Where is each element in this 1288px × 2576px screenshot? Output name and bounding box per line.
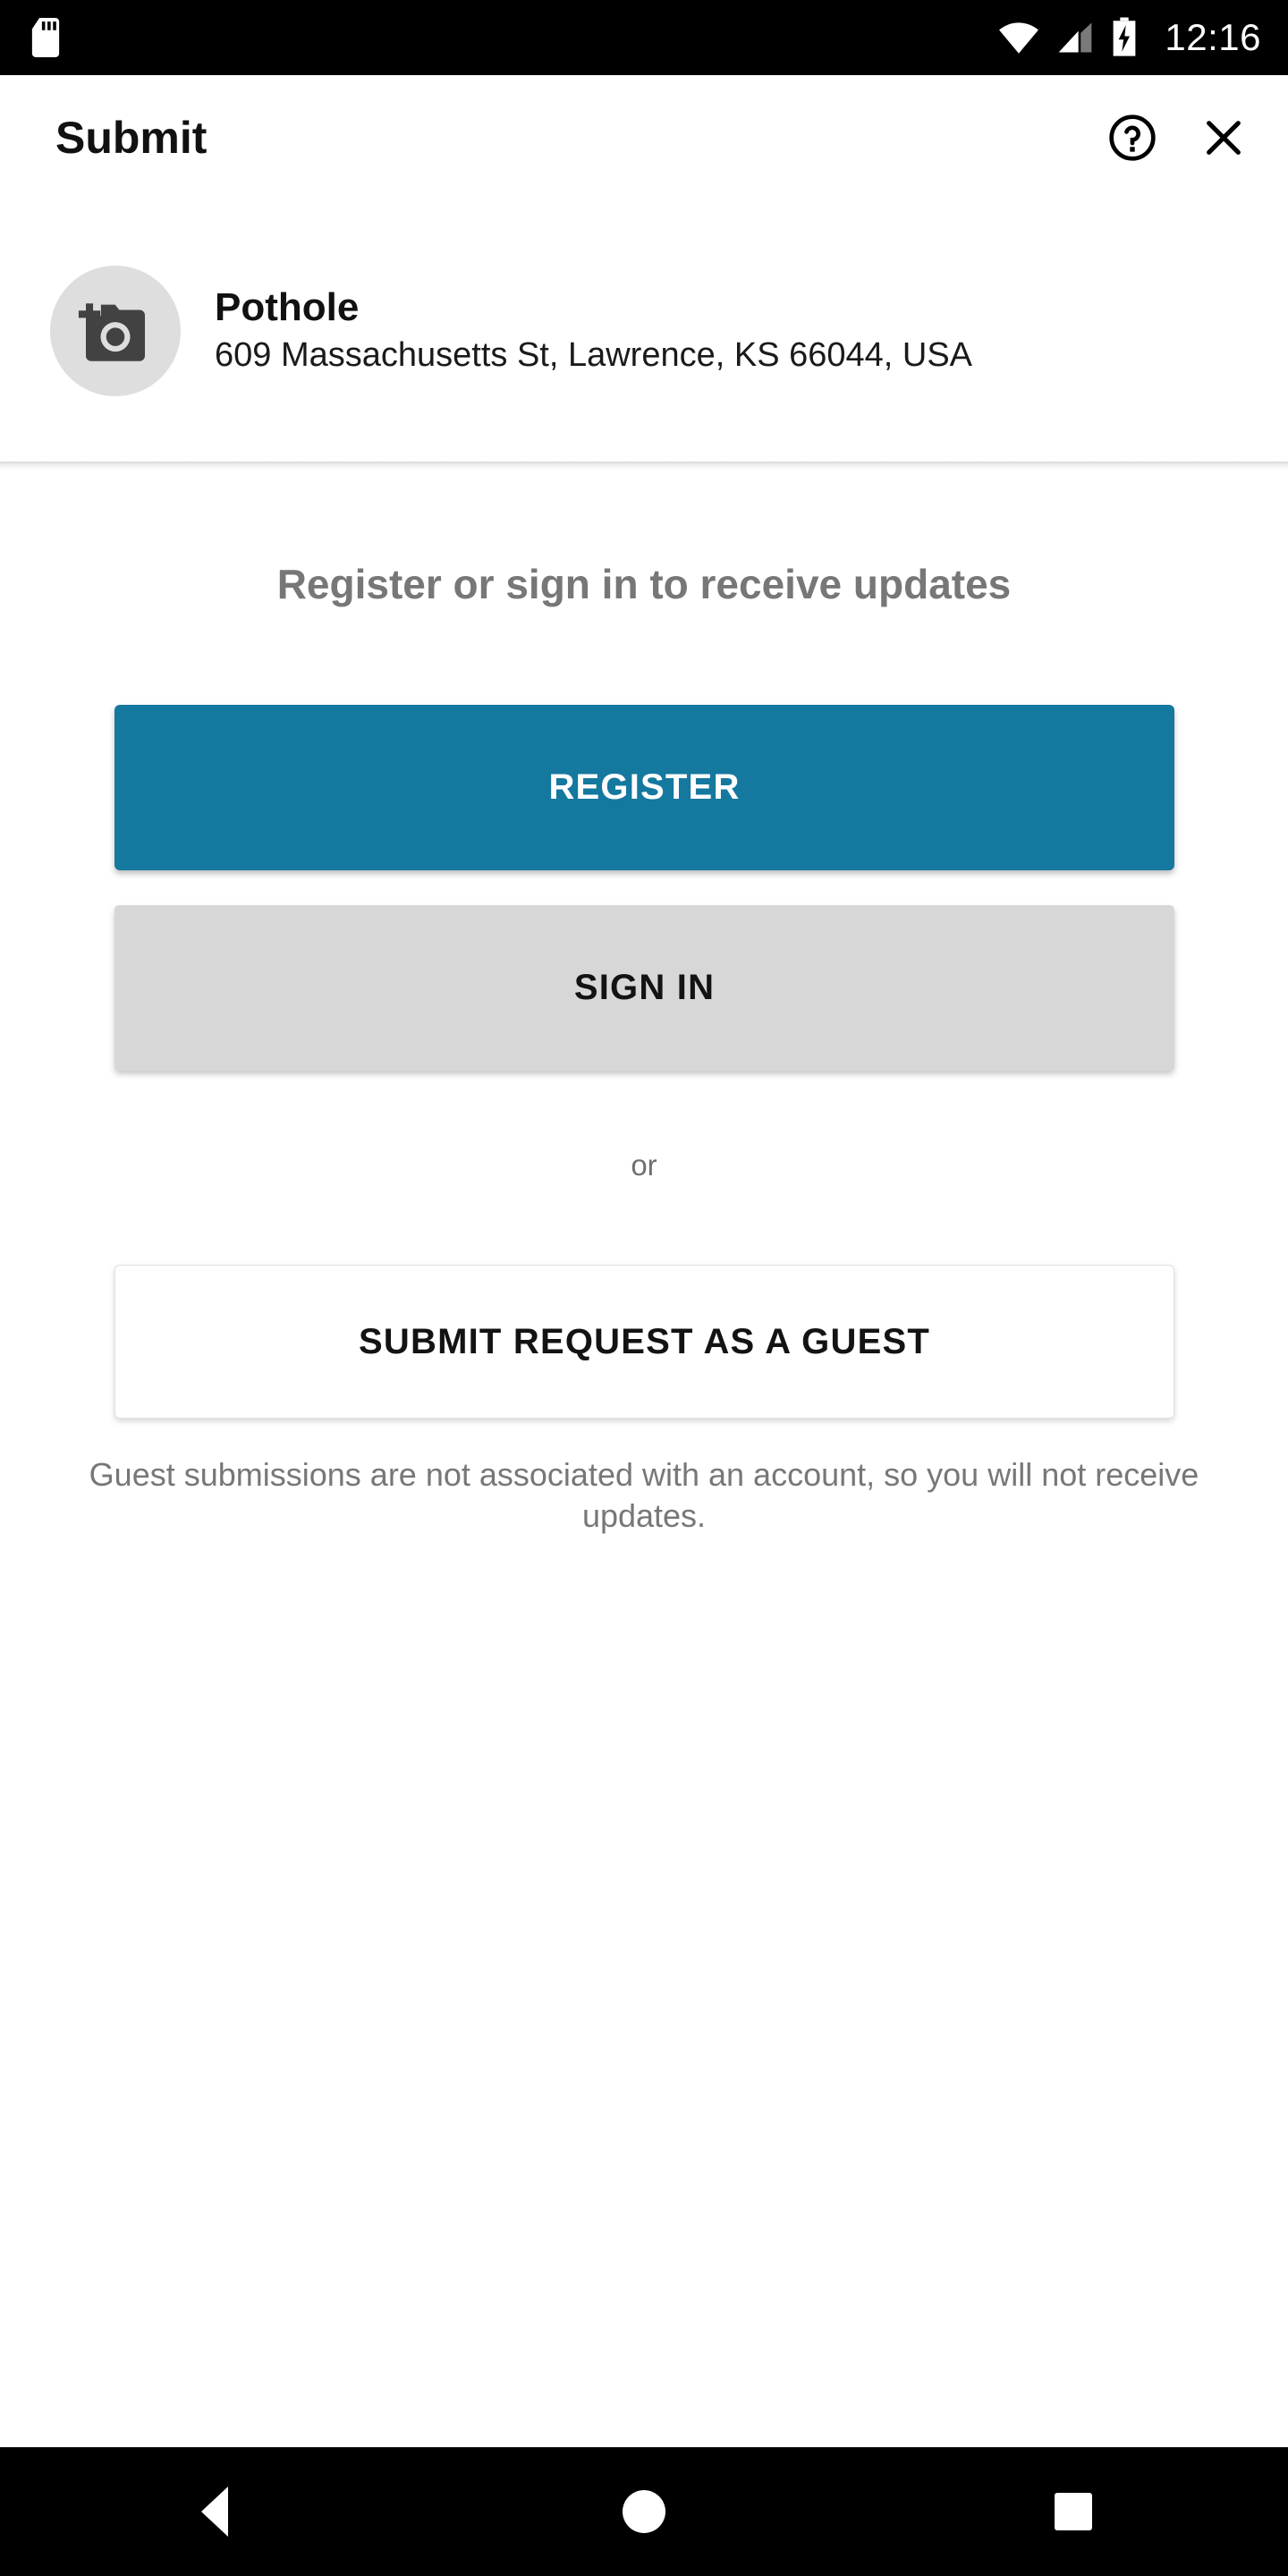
status-bar-left	[30, 18, 61, 57]
guest-submission-note: Guest submissions are not associated wit…	[89, 1456, 1199, 1535]
section-divider	[0, 462, 1288, 470]
request-address: 609 Massachusetts St, Lawrence, KS 66044…	[215, 336, 973, 375]
close-icon[interactable]	[1199, 113, 1249, 163]
nav-recents-button[interactable]	[984, 2447, 1163, 2576]
home-circle-icon	[623, 2490, 665, 2533]
status-bar-right: 12:16	[998, 16, 1261, 59]
wifi-icon	[999, 22, 1039, 54]
add-a-photo-icon	[78, 303, 145, 361]
request-item-text: Pothole 609 Massachusetts St, Lawrence, …	[215, 284, 973, 376]
section-heading: Register or sign in to receive updates	[276, 561, 1012, 607]
battery-charging-icon	[1114, 17, 1136, 56]
request-item-row[interactable]: Pothole 609 Massachusetts St, Lawrence, …	[0, 200, 1288, 462]
app-header: Submit	[0, 75, 1288, 200]
submit-as-guest-button[interactable]: SUBMIT REQUEST AS A GUEST	[114, 1265, 1174, 1419]
register-button[interactable]: REGISTER	[114, 705, 1174, 870]
recents-square-icon	[1055, 2493, 1092, 2530]
header-actions	[1107, 113, 1249, 163]
status-bar-clock: 12:16	[1165, 16, 1261, 58]
nav-back-button[interactable]	[125, 2447, 304, 2576]
status-bar: 12:16	[0, 0, 1288, 75]
nav-home-button[interactable]	[555, 2447, 733, 2576]
request-title: Pothole	[215, 284, 360, 329]
cell-signal-icon	[1059, 22, 1092, 53]
main-content: Register or sign in to receive updates R…	[0, 470, 1288, 2376]
sd-card-icon	[31, 18, 60, 57]
help-circle-icon[interactable]	[1107, 113, 1157, 163]
android-nav-bar	[0, 2447, 1288, 2576]
page-title: Submit	[55, 113, 208, 163]
or-separator-label: or	[631, 1148, 657, 1182]
sign-in-button[interactable]: SIGN IN	[114, 905, 1174, 1071]
avatar[interactable]	[50, 266, 181, 396]
app-screen: 12:16 Submit Pothole 609 Massachusetts S…	[0, 0, 1288, 2576]
back-triangle-icon	[201, 2487, 228, 2537]
